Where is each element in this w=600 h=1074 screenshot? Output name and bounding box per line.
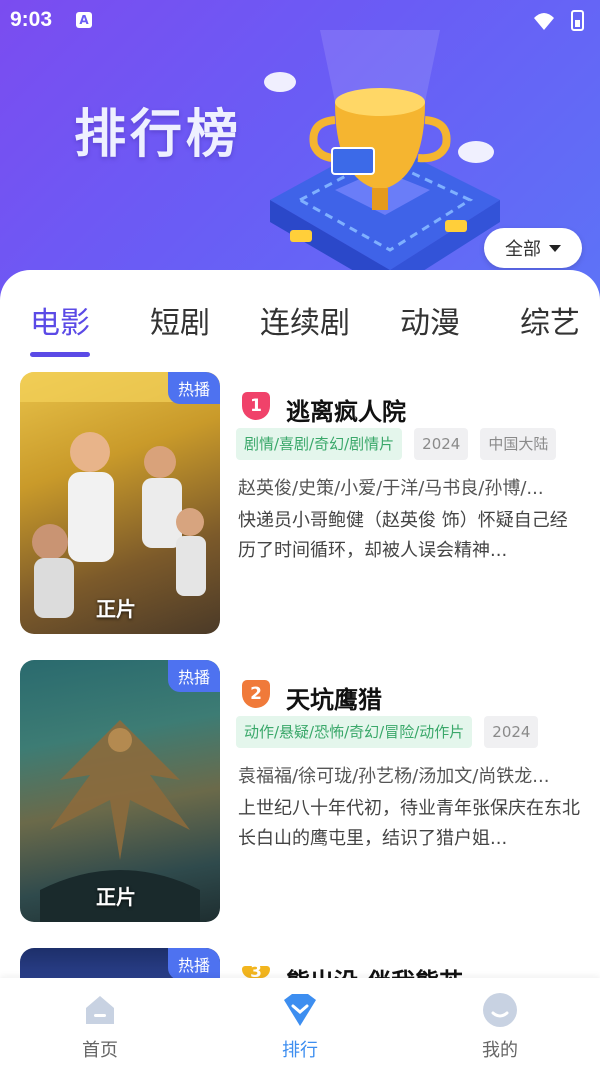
cast-text: 袁福福/徐可珑/孙艺杨/汤加文/尚铁龙... (238, 766, 550, 787)
category-filter-dropdown[interactable]: 全部 (484, 228, 582, 268)
list-item[interactable]: 热播 正片 2 天坑鹰猎 动作/悬疑/恐怖/奇幻/冒险/动作片 2024 袁福福/… (0, 660, 600, 930)
hot-badge: 热播 (167, 372, 220, 404)
filter-label: 全部 (505, 239, 541, 260)
category-tabs: 电影 短剧 连续剧 动漫 综艺 (0, 270, 600, 360)
ranking-icon (284, 994, 316, 1026)
description-text: 上世纪八十年代初，待业青年张保庆在东北长白山的鹰屯里，结识了猎户姐... (238, 798, 580, 849)
nav-profile[interactable]: 我的 (450, 990, 550, 1062)
genre-chip: 剧情/喜剧/奇幻/剧情片 (236, 428, 403, 460)
tag-row: 剧情/喜剧/奇幻/剧情片 2024 中国大陆 (236, 428, 600, 462)
item-title[interactable]: 逃离疯人院 (286, 392, 406, 427)
item-title[interactable]: 熊出没·伴我熊芯 (286, 962, 463, 978)
home-icon (86, 996, 114, 1024)
notification-icon: A (76, 12, 92, 28)
tab-anime[interactable]: 动漫 (400, 298, 460, 342)
status-icons (534, 10, 584, 31)
nav-profile-label: 我的 (482, 1040, 518, 1061)
tag-row: 动作/悬疑/恐怖/奇幻/冒险/动作片 2024 (236, 716, 600, 750)
rank-badge: 1 (242, 392, 270, 420)
trophy-illustration (264, 30, 500, 290)
genre-chip: 动作/悬疑/恐怖/奇幻/冒险/动作片 (236, 716, 473, 748)
poster-image[interactable]: 热播 正片 (20, 372, 220, 634)
nav-ranking-label: 排行 (282, 1040, 318, 1061)
tab-variety[interactable]: 综艺 (520, 298, 580, 342)
ranking-header: 9:03 A 排行榜 全部 (0, 0, 600, 300)
cast-text: 赵英俊/史策/小爱/于洋/马书良/孙博/... (238, 478, 544, 499)
region-chip: 中国大陆 (480, 428, 557, 460)
active-tab-indicator (30, 352, 90, 357)
description-text: 快递员小哥鲍健（赵英俊 饰）怀疑自己经历了时间循环，却被人误会精神... (238, 510, 568, 561)
page-title: 排行榜 (74, 105, 243, 165)
rank-badge: 2 (242, 680, 270, 708)
poster-tag: 正片 (96, 885, 136, 909)
item-title[interactable]: 天坑鹰猎 (286, 680, 382, 715)
poster-tag: 正片 (96, 597, 136, 621)
hot-badge: 热播 (167, 948, 220, 978)
profile-icon (483, 993, 517, 1027)
bottom-navigation: 首页 排行 我的 (0, 978, 600, 1074)
year-chip: 2024 (484, 716, 539, 748)
poster-image[interactable]: 热播 (20, 948, 220, 978)
year-chip: 2024 (414, 428, 469, 460)
caret-down-icon (549, 244, 561, 252)
status-time: 9:03 (10, 8, 53, 31)
tab-short-drama[interactable]: 短剧 (150, 298, 210, 342)
rank-badge: 3 (242, 966, 270, 978)
nav-ranking[interactable]: 排行 (250, 990, 350, 1062)
nav-home-label: 首页 (82, 1040, 118, 1061)
tab-series[interactable]: 连续剧 (260, 298, 350, 342)
content-sheet: 电影 短剧 连续剧 动漫 综艺 热播 正片 1 逃离疯人院 剧情/喜剧/奇幻/剧… (0, 270, 600, 1074)
tab-movie[interactable]: 电影 (30, 298, 90, 342)
list-item[interactable]: 热播 3 熊出没·伴我熊芯 (0, 948, 600, 978)
wifi-icon (534, 13, 554, 30)
hot-badge: 热播 (167, 660, 220, 692)
list-item[interactable]: 热播 正片 1 逃离疯人院 剧情/喜剧/奇幻/剧情片 2024 中国大陆 赵英俊/史… (0, 372, 600, 642)
poster-image[interactable]: 热播 正片 (20, 660, 220, 922)
nav-home[interactable]: 首页 (50, 990, 150, 1062)
